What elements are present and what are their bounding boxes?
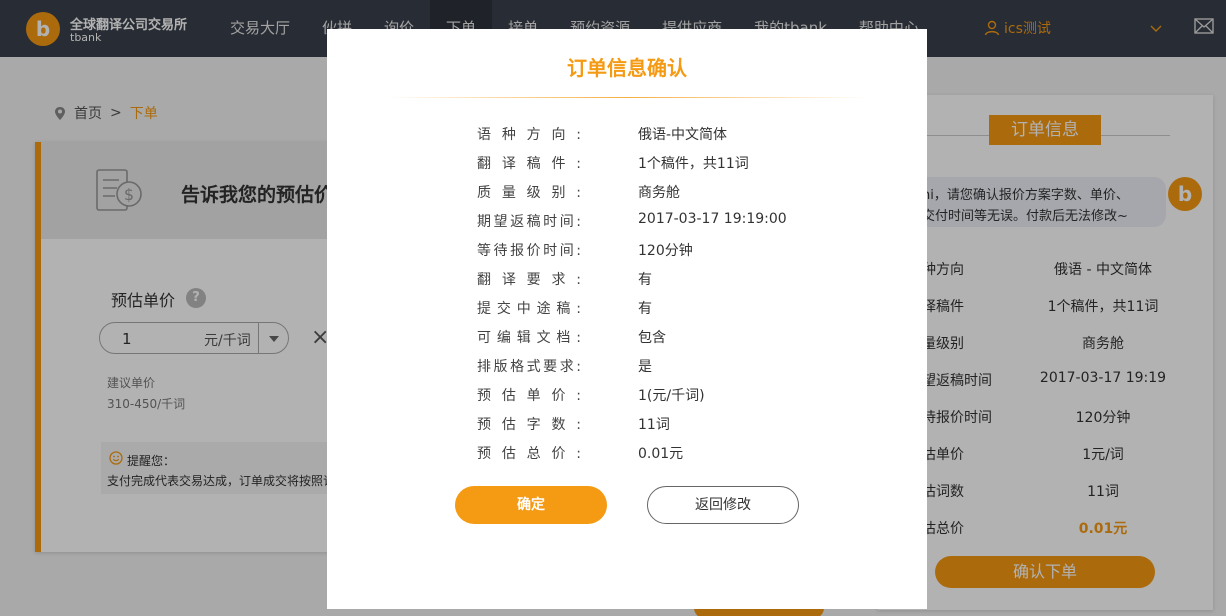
confirm-row: 预估总价: 0.01元 (327, 443, 927, 465)
confirm-row-value: 1(元/千词) (638, 388, 705, 404)
confirm-row-key: 翻译要求: (477, 272, 581, 288)
confirm-row: 预估字数: 11词 (327, 414, 927, 436)
confirm-row-key: 翻译稿件: (477, 156, 581, 172)
confirm-row-key: 语种方向: (477, 127, 581, 143)
confirm-row-value: 2017-03-17 19:19:00 (638, 211, 787, 227)
confirm-row: 语种方向: 俄语-中文简体 (327, 124, 927, 146)
confirm-row: 等待报价时间: 120分钟 (327, 240, 927, 262)
confirm-row-key: 提交中途稿: (477, 301, 581, 317)
confirm-row-value: 俄语-中文简体 (638, 127, 728, 143)
confirm-row-key: 可编辑文档: (477, 330, 581, 346)
dialog-title-divider (387, 97, 867, 98)
order-confirm-dialog: 订单信息确认 语种方向: 俄语-中文简体 翻译稿件: 1个稿件，共11词 质量级别:… (327, 29, 927, 609)
confirm-row-key: 预估字数: (477, 417, 581, 433)
confirm-row: 排版格式要求: 是 (327, 356, 927, 378)
back-edit-button[interactable]: 返回修改 (647, 486, 799, 524)
confirm-row-value: 是 (638, 359, 652, 375)
confirm-row-key: 预估总价: (477, 446, 581, 462)
confirm-row-value: 包含 (638, 330, 666, 346)
confirm-row: 可编辑文档: 包含 (327, 327, 927, 349)
confirm-row-value: 1个稿件，共11词 (638, 156, 749, 172)
confirm-row-value: 有 (638, 272, 652, 288)
confirm-row-value: 0.01元 (638, 446, 684, 462)
confirm-row-key: 质量级别: (477, 185, 581, 201)
confirm-row: 提交中途稿: 有 (327, 298, 927, 320)
confirm-row: 质量级别: 商务舱 (327, 182, 927, 204)
confirm-row-value: 120分钟 (638, 243, 693, 259)
confirm-row-value: 11词 (638, 417, 670, 433)
confirm-row: 预估单价: 1(元/千词) (327, 385, 927, 407)
confirm-row-key: 期望返稿时间: (477, 214, 581, 230)
confirm-row: 翻译要求: 有 (327, 269, 927, 291)
confirm-row-key: 等待报价时间: (477, 243, 581, 259)
confirm-row-key: 预估单价: (477, 388, 581, 404)
confirm-row-value: 有 (638, 301, 652, 317)
confirm-row-key: 排版格式要求: (477, 359, 581, 375)
confirm-row: 翻译稿件: 1个稿件，共11词 (327, 153, 927, 175)
confirm-row-value: 商务舱 (638, 185, 680, 201)
confirm-ok-button[interactable]: 确定 (455, 486, 607, 524)
confirm-row: 期望返稿时间: 2017-03-17 19:19:00 (327, 211, 927, 233)
dialog-title: 订单信息确认 (567, 56, 687, 80)
